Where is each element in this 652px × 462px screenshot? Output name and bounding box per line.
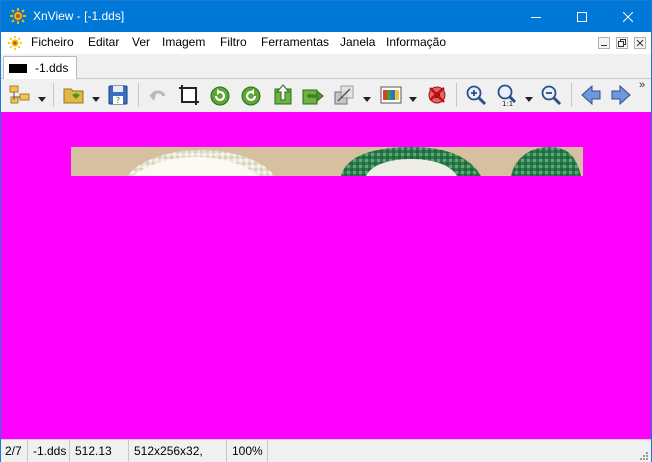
menu-bar: Ficheiro Editar Ver Imagem Filtro Ferram… [1, 32, 651, 54]
zoom-out-icon [541, 85, 562, 106]
flip-icon [274, 84, 292, 105]
menu-janela[interactable]: Janela [340, 35, 375, 49]
rotate-left-icon [210, 86, 230, 106]
resize-icon [334, 85, 354, 105]
save-icon: ? [108, 85, 128, 105]
red-eye-icon [428, 86, 446, 104]
toolbar-overflow-chevron[interactable]: » [639, 79, 645, 91]
xnview-window: XnView - [-1.dds] Ficheiro Editar Ver Im… [0, 0, 652, 462]
forward-icon [302, 89, 324, 105]
rotate-right-icon [241, 86, 261, 106]
menu-filtro[interactable]: Filtro [220, 35, 247, 49]
menu-editar[interactable]: Editar [88, 35, 119, 49]
toolbar-separator [53, 83, 54, 107]
tab-document[interactable]: -1.dds [3, 56, 77, 79]
menu-ver[interactable]: Ver [132, 35, 150, 49]
browser-button[interactable] [8, 83, 32, 107]
browser-icon [9, 85, 30, 104]
open-dropdown-arrow[interactable] [92, 92, 100, 102]
document-system-menu-icon[interactable] [7, 35, 23, 51]
colors-dropdown-arrow[interactable] [409, 92, 417, 102]
maximize-button[interactable] [559, 1, 605, 32]
zoom-dropdown-arrow[interactable] [525, 92, 533, 102]
mdi-close-button[interactable] [634, 37, 646, 49]
tab-label: -1.dds [35, 61, 69, 75]
zoom-actual-size-button[interactable]: 1:1 [495, 83, 519, 107]
status-dimensions: 512x256x32, 2.00 [130, 440, 227, 462]
undo-icon [149, 90, 166, 101]
image-content [71, 147, 583, 176]
close-button[interactable] [605, 1, 651, 32]
menu-ficheiro[interactable]: Ficheiro [31, 35, 74, 49]
chevron-down-icon [38, 97, 46, 102]
previous-image-button[interactable] [579, 83, 603, 107]
main-toolbar: ? 1:1 » [1, 79, 651, 112]
status-image-index: 2/7 [1, 440, 28, 462]
save-button[interactable]: ? [106, 83, 130, 107]
previous-icon [581, 84, 601, 106]
menu-ferramentas[interactable]: Ferramentas [261, 35, 329, 49]
zoom-in-button[interactable] [464, 83, 488, 107]
resize-dropdown-arrow[interactable] [363, 92, 371, 102]
next-image-button[interactable] [609, 83, 633, 107]
browser-dropdown-arrow[interactable] [38, 92, 46, 102]
minimize-icon [531, 16, 541, 18]
zoom-out-button[interactable] [539, 83, 563, 107]
crop-icon [179, 85, 199, 105]
open-folder-icon [63, 88, 84, 104]
chevron-down-icon [525, 97, 533, 102]
crop-button[interactable] [177, 83, 201, 107]
minimize-icon [601, 45, 607, 46]
zoom-actual-icon: 1:1 [497, 84, 517, 107]
chevron-down-icon [363, 97, 371, 102]
close-icon [623, 11, 633, 22]
image-canvas[interactable] [1, 112, 651, 439]
status-bar: 2/7 -1.dds 512.13 KB 512x256x32, 2.00 10… [1, 439, 651, 462]
mdi-restore-button[interactable] [616, 37, 628, 49]
restore-icon [618, 39, 626, 47]
title-bar[interactable]: XnView - [-1.dds] [1, 1, 651, 32]
rotate-right-button[interactable] [239, 83, 263, 107]
svg-text:?: ? [116, 96, 120, 105]
adjust-colors-icon [380, 86, 402, 104]
toolbar-separator [456, 83, 457, 107]
mdi-minimize-button[interactable] [598, 37, 610, 49]
decoded-texture-strip [71, 147, 583, 176]
toolbar-separator [138, 83, 139, 107]
xnview-logo-icon [9, 7, 27, 25]
close-icon [636, 39, 644, 47]
resize-button[interactable] [332, 83, 356, 107]
document-tab-strip: -1.dds [1, 54, 651, 79]
open-folder-button[interactable] [62, 83, 86, 107]
menu-imagem[interactable]: Imagem [162, 35, 205, 49]
window-title: XnView - [-1.dds] [33, 9, 125, 23]
status-filename: -1.dds [29, 440, 70, 462]
resize-grip-icon[interactable] [639, 450, 649, 460]
red-eye-button[interactable] [425, 83, 449, 107]
zoom-in-icon [466, 85, 487, 106]
chevron-down-icon [92, 97, 100, 102]
status-zoom: 100% [228, 440, 268, 462]
maximize-icon [577, 11, 587, 22]
tab-thumbnail [9, 64, 27, 73]
svg-text:1:1: 1:1 [502, 100, 513, 107]
forward-button[interactable] [300, 83, 324, 107]
rotate-left-button[interactable] [208, 83, 232, 107]
undo-button[interactable] [146, 83, 170, 107]
flip-button[interactable] [271, 83, 295, 107]
minimize-button[interactable] [513, 1, 559, 32]
next-icon [611, 84, 631, 106]
menu-informacao[interactable]: Informação [386, 35, 446, 49]
toolbar-separator [571, 83, 572, 107]
adjust-colors-button[interactable] [379, 83, 403, 107]
status-filesize: 512.13 KB [71, 440, 129, 462]
chevron-down-icon [409, 97, 417, 102]
